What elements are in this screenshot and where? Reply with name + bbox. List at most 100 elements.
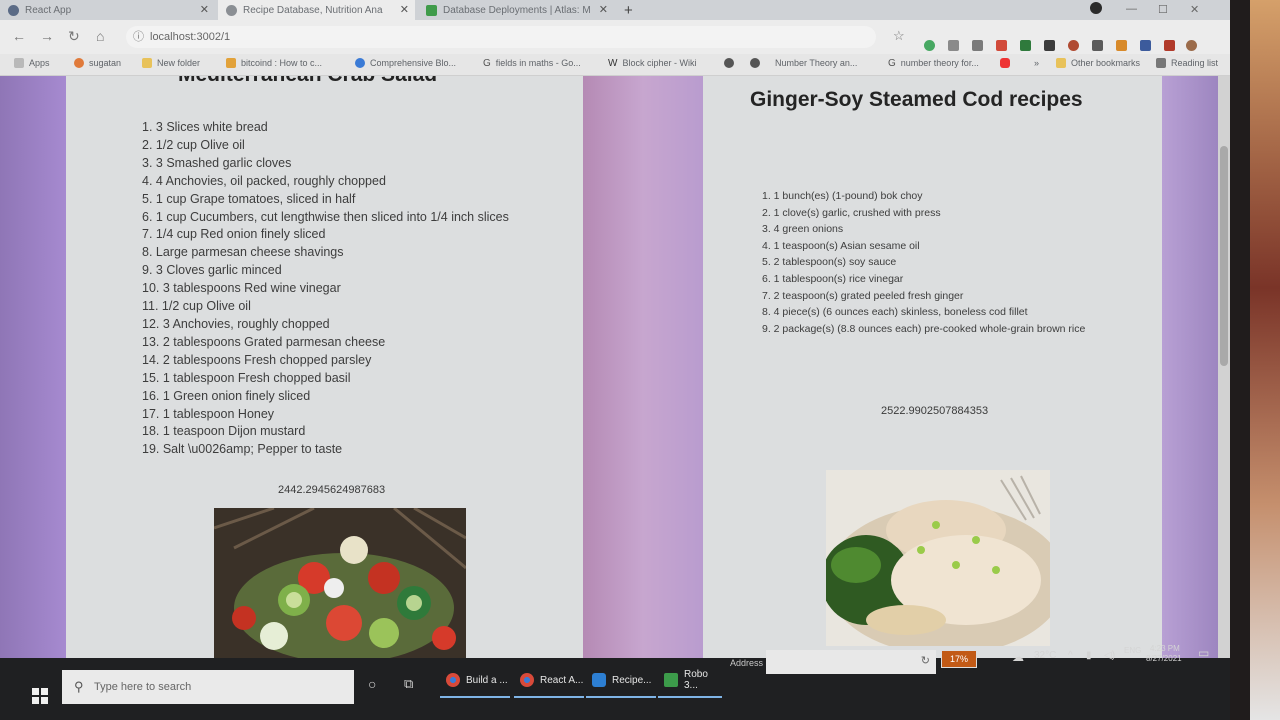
extension-icon[interactable] [1020, 40, 1031, 51]
ingredient-item: 2. 1 clove(s) garlic, crushed with press [762, 206, 941, 219]
extension-icon[interactable] [996, 40, 1007, 51]
reading-list-icon [1156, 58, 1166, 68]
tab-atlas[interactable]: Database Deployments | Atlas: M ✕ [418, 0, 614, 20]
close-tab-icon[interactable]: ✕ [400, 3, 409, 16]
taskbar-app-chrome[interactable]: React A... [514, 664, 584, 698]
scrollbar-thumb[interactable] [1220, 146, 1228, 366]
bookmark-new-folder[interactable]: New folder [142, 58, 200, 68]
bookmark-block-cipher[interactable]: W Block cipher - Wiki [608, 58, 696, 69]
windows-start-icon[interactable] [32, 688, 48, 704]
browser-toolbar: ← → ↻ ⌂ ⓘ localhost:3002/1 ☆ [0, 20, 1230, 54]
ingredient-item: 4. 1 teaspoon(s) Asian sesame oil [762, 239, 920, 252]
bookmark-globe[interactable] [724, 58, 739, 68]
tray-chevron-icon[interactable]: ^ [1068, 650, 1073, 661]
clock-date[interactable]: 8/27/2021 [1146, 654, 1182, 663]
background-stripe [1162, 76, 1218, 658]
maximize-icon[interactable]: ☐ [1158, 3, 1168, 16]
ingredient-item: 8. Large parmesan cheese shavings [142, 245, 344, 260]
bookmark-number-theory[interactable]: Number Theory an... [750, 58, 857, 68]
folder-icon [142, 58, 152, 68]
go-icon[interactable]: ↻ [921, 654, 930, 667]
profile-icon[interactable] [1090, 2, 1102, 14]
network-icon[interactable]: ▮ [1086, 650, 1092, 661]
taskbar-app-vscode[interactable]: Recipe... [586, 664, 656, 698]
bookmark-youtube[interactable] [1000, 58, 1015, 68]
tab-react-app[interactable]: React App ✕ [0, 0, 215, 20]
ingredient-item: 3. 3 Smashed garlic cloves [142, 155, 292, 170]
extension-icon[interactable] [924, 40, 935, 51]
close-tab-icon[interactable]: ✕ [200, 3, 209, 16]
battery-indicator[interactable]: 17% [941, 650, 977, 668]
ingredient-item: 16. 1 Green onion finely sliced [142, 388, 311, 403]
ingredient-item: 9. 3 Cloves garlic minced [142, 263, 282, 278]
bookmark-apps[interactable]: Apps [14, 58, 50, 68]
browser-window: React App ✕ Recipe Database, Nutrition A… [0, 0, 1230, 658]
url-text: localhost:3002/1 [150, 31, 231, 43]
taskbar-app-robo3t[interactable]: Robo 3... [658, 664, 722, 698]
chrome-icon [446, 673, 460, 687]
site-info-icon[interactable]: ⓘ [133, 26, 144, 48]
extension-icon[interactable] [1068, 40, 1079, 51]
bookmark-comprehensive[interactable]: Comprehensive Blo... [355, 58, 456, 68]
clock-time[interactable]: 4:23 PM [1150, 644, 1180, 653]
language-indicator[interactable]: ENG [1124, 646, 1141, 655]
bookmark-star-icon[interactable]: ☆ [893, 28, 905, 44]
vscode-icon [592, 673, 606, 687]
ingredient-item: 6. 1 tablespoon(s) rice vinegar [762, 272, 904, 285]
extension-icon[interactable] [1092, 40, 1103, 51]
address-toolbar-input[interactable]: ↻ [766, 650, 936, 674]
ingredient-item: 13. 2 tablespoons Grated parmesan cheese [142, 334, 386, 349]
bookmark-bitcoind[interactable]: bitcoind : How to c... [226, 58, 322, 68]
extension-icon[interactable] [1140, 40, 1151, 51]
taskbar-app-chrome[interactable]: Build a ... [440, 664, 510, 698]
bookmark-sugatan[interactable]: sugatan [74, 58, 121, 68]
apps-grid-icon [14, 58, 24, 68]
bookmark-fields-in-maths[interactable]: Gfields in maths - Go... [483, 58, 581, 69]
address-bar[interactable]: ⓘ localhost:3002/1 [126, 26, 876, 48]
task-view-icon[interactable]: ⧉ [404, 676, 413, 692]
globe-icon [750, 58, 760, 68]
recipe-card: Ginger-Soy Steamed Cod recipes 1. 1 bunc… [703, 76, 1162, 658]
salad-photo [214, 508, 466, 658]
calories-value: 2522.9902507884353 [881, 405, 989, 417]
bookmarks-overflow[interactable]: » [1034, 58, 1039, 68]
back-icon[interactable]: ← [12, 28, 26, 44]
ingredient-item: 14. 2 tablespoons Fresh chopped parsley [142, 352, 372, 367]
avatar[interactable] [1186, 40, 1197, 51]
ingredient-item: 2. 1/2 cup Olive oil [142, 137, 245, 152]
cortana-icon[interactable]: ○ [368, 676, 376, 692]
minimize-icon[interactable]: — [1126, 3, 1137, 15]
extension-icon[interactable] [972, 40, 983, 51]
extension-icon[interactable] [1116, 40, 1127, 51]
ingredient-item: 10. 3 tablespoons Red wine vinegar [142, 281, 341, 296]
new-tab-button[interactable]: + [624, 2, 633, 19]
extension-icon[interactable] [948, 40, 959, 51]
ingredient-list: 1. 1 bunch(es) (1-pound) bok choy 2. 1 cl… [762, 188, 1085, 337]
tab-recipe-database[interactable]: Recipe Database, Nutrition Ana ✕ [218, 0, 415, 20]
youtube-icon [1000, 58, 1010, 68]
notifications-icon[interactable]: ▭ [1198, 646, 1209, 660]
temperature-text[interactable]: 32°C [1034, 650, 1056, 661]
ingredient-item: 5. 1 cup Grape tomatoes, sliced in half [142, 191, 356, 206]
forward-icon[interactable]: → [40, 28, 54, 44]
bookmark-number-theory-for[interactable]: Gnumber theory for... [888, 58, 979, 69]
bookmark-reading-list[interactable]: Reading list [1156, 58, 1218, 68]
ingredient-item: 6. 1 cup Cucumbers, cut lengthwise then … [142, 209, 509, 224]
extension-icon[interactable] [1164, 40, 1175, 51]
extension-icon[interactable] [1044, 40, 1055, 51]
close-tab-icon[interactable]: ✕ [599, 3, 608, 16]
ingredient-item: 1. 3 Slices white bread [142, 120, 268, 134]
recipe-card: Mediterranean Crab Salad 1. 3 Slices whi… [66, 76, 583, 658]
recipe-title: Ginger-Soy Steamed Cod recipes [750, 88, 1083, 111]
volume-icon[interactable]: ◁) [1104, 650, 1115, 661]
home-icon[interactable]: ⌂ [96, 28, 104, 44]
bookmark-other[interactable]: Other bookmarks [1056, 58, 1140, 68]
taskbar-search-input[interactable]: ⚲ Type here to search [62, 670, 354, 704]
page-scrollbar[interactable] [1218, 76, 1230, 658]
weather-icon[interactable]: ☁ [1012, 650, 1024, 664]
background-stripe [583, 76, 703, 658]
site-icon [74, 58, 84, 68]
close-window-icon[interactable]: ✕ [1190, 3, 1199, 16]
recipe-title: Mediterranean Crab Salad [178, 76, 437, 87]
reload-icon[interactable]: ↻ [68, 28, 80, 45]
